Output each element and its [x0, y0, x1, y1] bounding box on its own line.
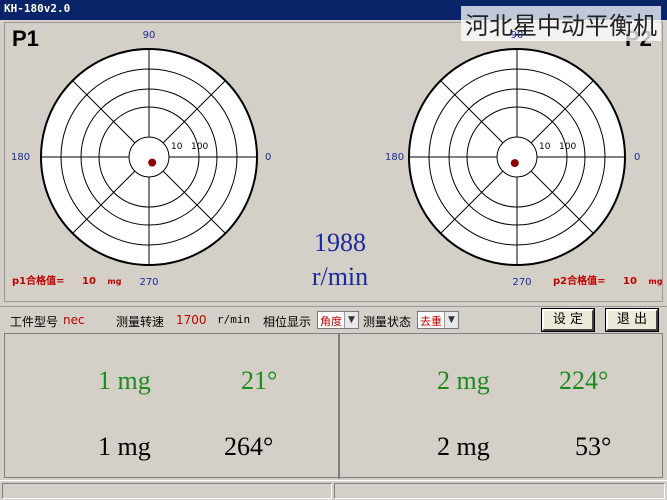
workpiece-label: 工件型号 [10, 315, 59, 329]
right-black-angle: 53° [575, 432, 612, 461]
window-title: KH-180v2.0 [4, 2, 71, 15]
left-black-angle: 264° [224, 432, 274, 461]
p2-qualified-unit: mg [648, 277, 663, 286]
results-panel: 1 mg 21° 1 mg 264° 2 mg 224° 2 mg 53° [4, 333, 663, 479]
chevron-down-icon[interactable]: ▼ [344, 312, 358, 328]
status-cell-right [334, 483, 665, 499]
p1-polar-svg: 90 180 0 270 10 100 [11, 30, 271, 288]
current-speed-value: 1988 [314, 228, 366, 257]
phase-display-select[interactable]: 角度 ▼ [317, 311, 359, 329]
p1-unbalance-point [148, 158, 157, 167]
measure-state-select[interactable]: 去重 ▼ [417, 311, 459, 329]
p1-polar-plot: 90 180 0 270 10 100 [4, 26, 294, 292]
right-green-angle: 224° [559, 366, 609, 395]
p1-angle-270: 270 [139, 277, 158, 288]
p1-qualified-unit: mg [107, 277, 122, 286]
p2-polar-svg: 90 180 0 270 10 100 [385, 30, 640, 288]
p2-ring-label-100: 100 [559, 142, 576, 152]
p2-qualified-value: 10 [622, 276, 637, 287]
p2-qualified-label: p2合格值= [553, 276, 606, 287]
p1-angle-0: 0 [265, 152, 271, 163]
measure-speed-value: 1700 [176, 313, 207, 327]
p2-ring-label-10: 10 [539, 142, 551, 152]
status-bar [0, 480, 667, 500]
p2-qualified: p2合格值= 10 mg [553, 272, 662, 287]
p2-angle-270: 270 [512, 277, 531, 288]
control-toolbar: 工件型号 nec 测量转速 1700 r/min 相位显示 角度 ▼ 测量状态 … [0, 306, 667, 332]
current-speed-display: 1988 r/min [290, 226, 390, 294]
p2-unbalance-point [510, 159, 519, 168]
exit-button[interactable]: 退 出 [605, 308, 659, 332]
p2-angle-0: 0 [634, 152, 640, 163]
results-divider [338, 334, 340, 479]
p1-angle-90: 90 [143, 30, 156, 41]
phase-display-value: 角度 [320, 315, 342, 328]
p1-qualified-value: 10 [81, 276, 96, 287]
p1-ring-label-100: 100 [191, 142, 208, 152]
p1-ring-label-10: 10 [171, 142, 183, 152]
left-green-mass: 1 mg [98, 366, 151, 395]
left-green-angle: 21° [241, 366, 278, 395]
p1-qualified-label: p1合格值= [12, 276, 65, 287]
measure-speed-label: 测量转速 [116, 315, 165, 329]
right-black-mass: 2 mg [437, 432, 490, 461]
current-speed-unit: r/min [311, 262, 369, 291]
workpiece-value: nec [63, 313, 85, 327]
p1-qualified: p1合格值= 10 mg [12, 272, 121, 287]
measure-speed-unit: r/min [217, 313, 251, 326]
p1-angle-180: 180 [11, 152, 30, 163]
phase-display-label: 相位显示 [263, 315, 312, 329]
left-black-mass: 1 mg [98, 432, 151, 461]
measure-state-value: 去重 [420, 315, 442, 328]
chevron-down-icon[interactable]: ▼ [444, 312, 458, 328]
right-green-mass: 2 mg [437, 366, 490, 395]
settings-button[interactable]: 设 定 [541, 308, 595, 332]
p2-angle-90: 90 [511, 30, 524, 41]
status-cell-left [2, 483, 332, 499]
measure-state-label: 测量状态 [363, 315, 412, 329]
p2-angle-180: 180 [385, 152, 404, 163]
p2-polar-plot: 90 180 0 270 10 100 [372, 26, 662, 292]
